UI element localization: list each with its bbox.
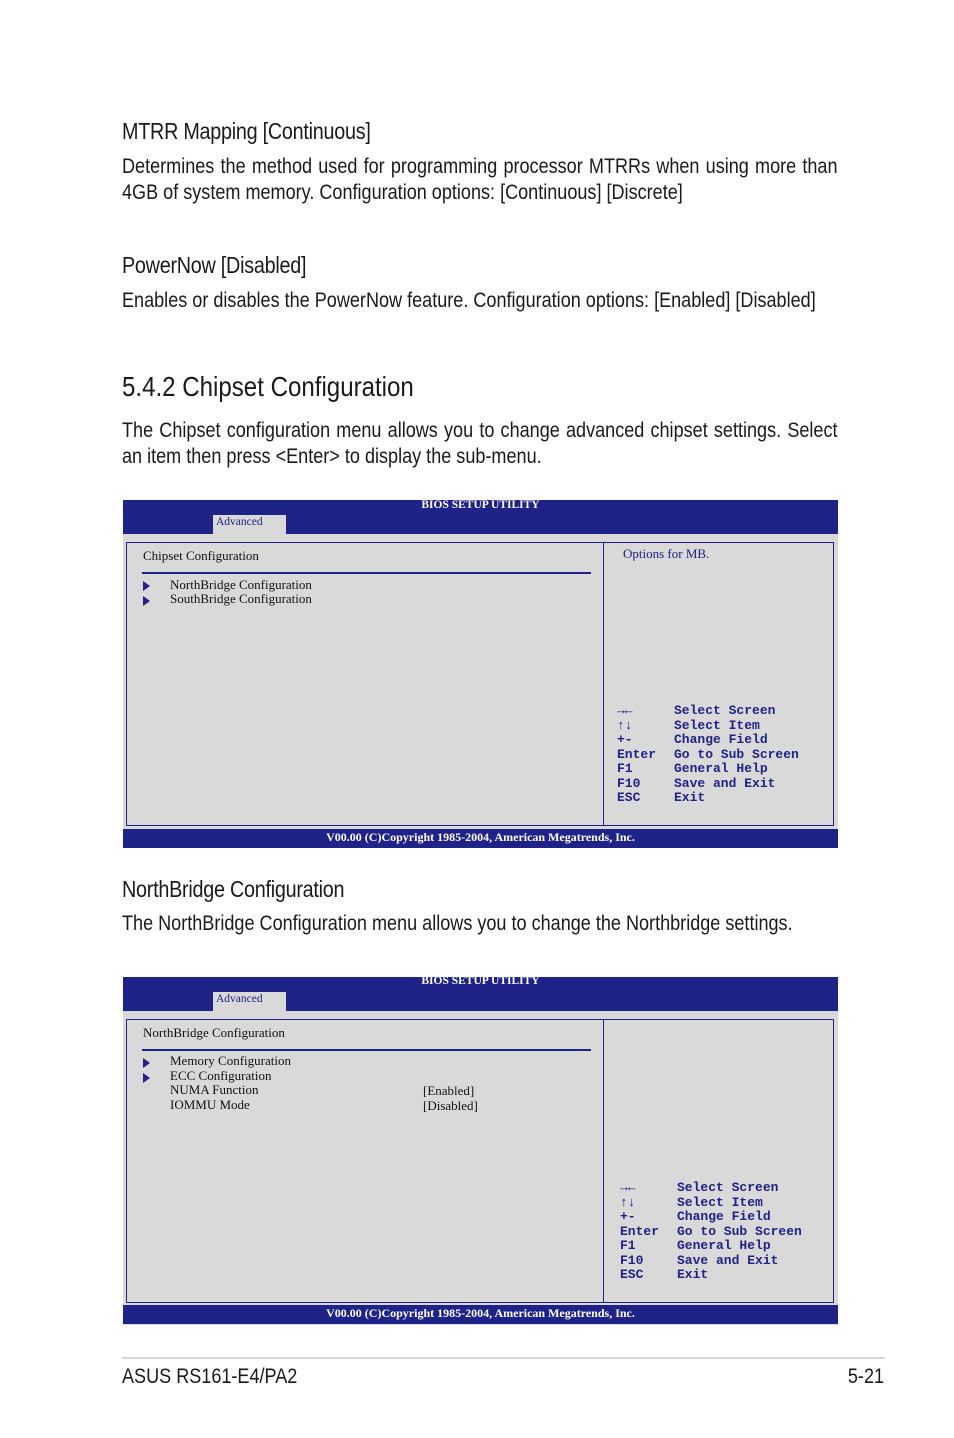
key-action: Exit <box>674 790 706 805</box>
menu-item-southbridge[interactable]: SouthBridge Configuration <box>170 592 312 606</box>
submenu-arrow-icon <box>143 1058 150 1068</box>
key-arrows-lr: →← <box>617 703 633 718</box>
key-esc: ESC <box>617 790 641 805</box>
key-arrows-ud: ↑↓ <box>617 717 633 733</box>
mtrr-description: Determines the method used for programmi… <box>122 154 838 206</box>
key-row: →← Select Screen <box>617 703 799 719</box>
bios-main-frame: NorthBridge Configuration Memory Configu… <box>126 1019 834 1303</box>
key-row: F1 General Help <box>620 1238 802 1254</box>
powernow-description-text: Enables or disables the PowerNow feature… <box>122 289 816 312</box>
bios-title: BIOS SETUP UTILITY <box>421 499 540 511</box>
key-action: General Help <box>677 1238 771 1253</box>
key-enter: Enter <box>620 1223 660 1239</box>
menu-item-northbridge[interactable]: NorthBridge Configuration <box>170 578 312 592</box>
menu-item-memory-configuration[interactable]: Memory Configuration <box>170 1054 291 1068</box>
panel-divider <box>603 1020 604 1302</box>
panel-title: Chipset Configuration <box>143 548 259 563</box>
bios-main-frame: Chipset Configuration NorthBridge Config… <box>126 542 834 826</box>
mtrr-heading: MTRR Mapping [Continuous] <box>122 118 371 144</box>
powernow-description: Enables or disables the PowerNow feature… <box>122 288 838 314</box>
key-action: Select Item <box>674 717 760 733</box>
numa-function-value[interactable]: [Enabled] <box>423 1083 474 1099</box>
key-f10: F10 <box>617 775 641 791</box>
powernow-heading: PowerNow [Disabled] <box>122 252 307 278</box>
menu-item-ecc-configuration[interactable]: ECC Configuration <box>170 1069 271 1083</box>
title-underline <box>142 572 591 574</box>
key-row: +- Change Field <box>617 732 799 748</box>
footer-divider <box>122 1357 885 1359</box>
submenu-arrow-icon <box>143 596 150 606</box>
key-row: ↑↓ Select Item <box>620 1194 802 1211</box>
key-action: Go to Sub Screen <box>674 746 799 762</box>
chipset-heading: 5.4.2 Chipset Configuration <box>122 371 414 402</box>
key-row: Enter Go to Sub Screen <box>617 746 799 763</box>
panel-divider <box>603 543 604 825</box>
key-row: +- Change Field <box>620 1209 802 1225</box>
key-action: Save and Exit <box>677 1252 779 1268</box>
key-action: General Help <box>674 761 768 776</box>
bios-footer: V00.00 (C)Copyright 1985-2004, American … <box>123 1305 838 1324</box>
bios-screen-northbridge: BIOS SETUP UTILITY Advanced NorthBridge … <box>123 975 838 1325</box>
key-enter: Enter <box>617 746 657 762</box>
key-action: Select Item <box>677 1194 763 1210</box>
panel-title: NorthBridge Configuration <box>143 1025 285 1040</box>
key-action: Change Field <box>677 1209 771 1224</box>
chipset-description-text: The Chipset configuration menu allows yo… <box>122 419 838 468</box>
tab-advanced[interactable]: Advanced <box>213 992 286 1011</box>
title-underline <box>142 1049 591 1051</box>
key-row: F1 General Help <box>617 761 799 777</box>
key-action: Go to Sub Screen <box>677 1223 802 1239</box>
bios-footer: V00.00 (C)Copyright 1985-2004, American … <box>123 829 838 848</box>
submenu-arrow-icon <box>143 581 150 591</box>
key-arrows-lr: →← <box>620 1180 636 1195</box>
footer-model: ASUS RS161-E4/PA2 <box>122 1365 298 1388</box>
key-row: F10 Save and Exit <box>620 1252 802 1269</box>
northbridge-description: The NorthBridge Configuration menu allow… <box>122 911 838 937</box>
key-action: Change Field <box>674 732 768 747</box>
key-legend: →← Select Screen ↑↓ Select Item +- Change F… <box>617 703 799 806</box>
menu-item-numa-function[interactable]: NUMA Function <box>170 1083 258 1097</box>
northbridge-heading: NorthBridge Configuration <box>122 876 345 902</box>
help-text: Options for MB. <box>623 546 710 561</box>
key-action: Exit <box>677 1267 709 1282</box>
key-legend: →← Select Screen ↑↓ Select Item +- Change F… <box>620 1180 802 1283</box>
mtrr-description-text: Determines the method used for programmi… <box>122 155 838 204</box>
key-row: →← Select Screen <box>620 1180 802 1196</box>
key-action: Select Screen <box>674 703 776 718</box>
key-row: Enter Go to Sub Screen <box>620 1223 802 1240</box>
key-plus-minus: +- <box>620 1209 636 1224</box>
menu-item-iommu-mode[interactable]: IOMMU Mode <box>170 1098 250 1112</box>
bios-title: BIOS SETUP UTILITY <box>421 975 540 987</box>
key-action: Select Screen <box>677 1180 779 1195</box>
key-f1: F1 <box>620 1238 636 1253</box>
bios-screen-chipset: BIOS SETUP UTILITY Advanced Chipset Conf… <box>123 499 838 848</box>
key-f1: F1 <box>617 761 633 776</box>
iommu-mode-value[interactable]: [Disabled] <box>423 1098 478 1114</box>
key-f10: F10 <box>620 1252 644 1268</box>
key-arrows-ud: ↑↓ <box>620 1194 636 1210</box>
key-row: F10 Save and Exit <box>617 775 799 792</box>
key-plus-minus: +- <box>617 732 633 747</box>
footer-page-number: 5-21 <box>847 1365 884 1388</box>
northbridge-description-text: The NorthBridge Configuration menu allow… <box>122 912 793 935</box>
key-esc: ESC <box>620 1267 644 1282</box>
key-row: ↑↓ Select Item <box>617 717 799 734</box>
submenu-arrow-icon <box>143 1073 150 1083</box>
tab-advanced[interactable]: Advanced <box>213 515 286 534</box>
chipset-description: The Chipset configuration menu allows yo… <box>122 418 838 470</box>
key-row: ESC Exit <box>617 790 799 806</box>
key-row: ESC Exit <box>620 1267 802 1283</box>
key-action: Save and Exit <box>674 775 776 791</box>
